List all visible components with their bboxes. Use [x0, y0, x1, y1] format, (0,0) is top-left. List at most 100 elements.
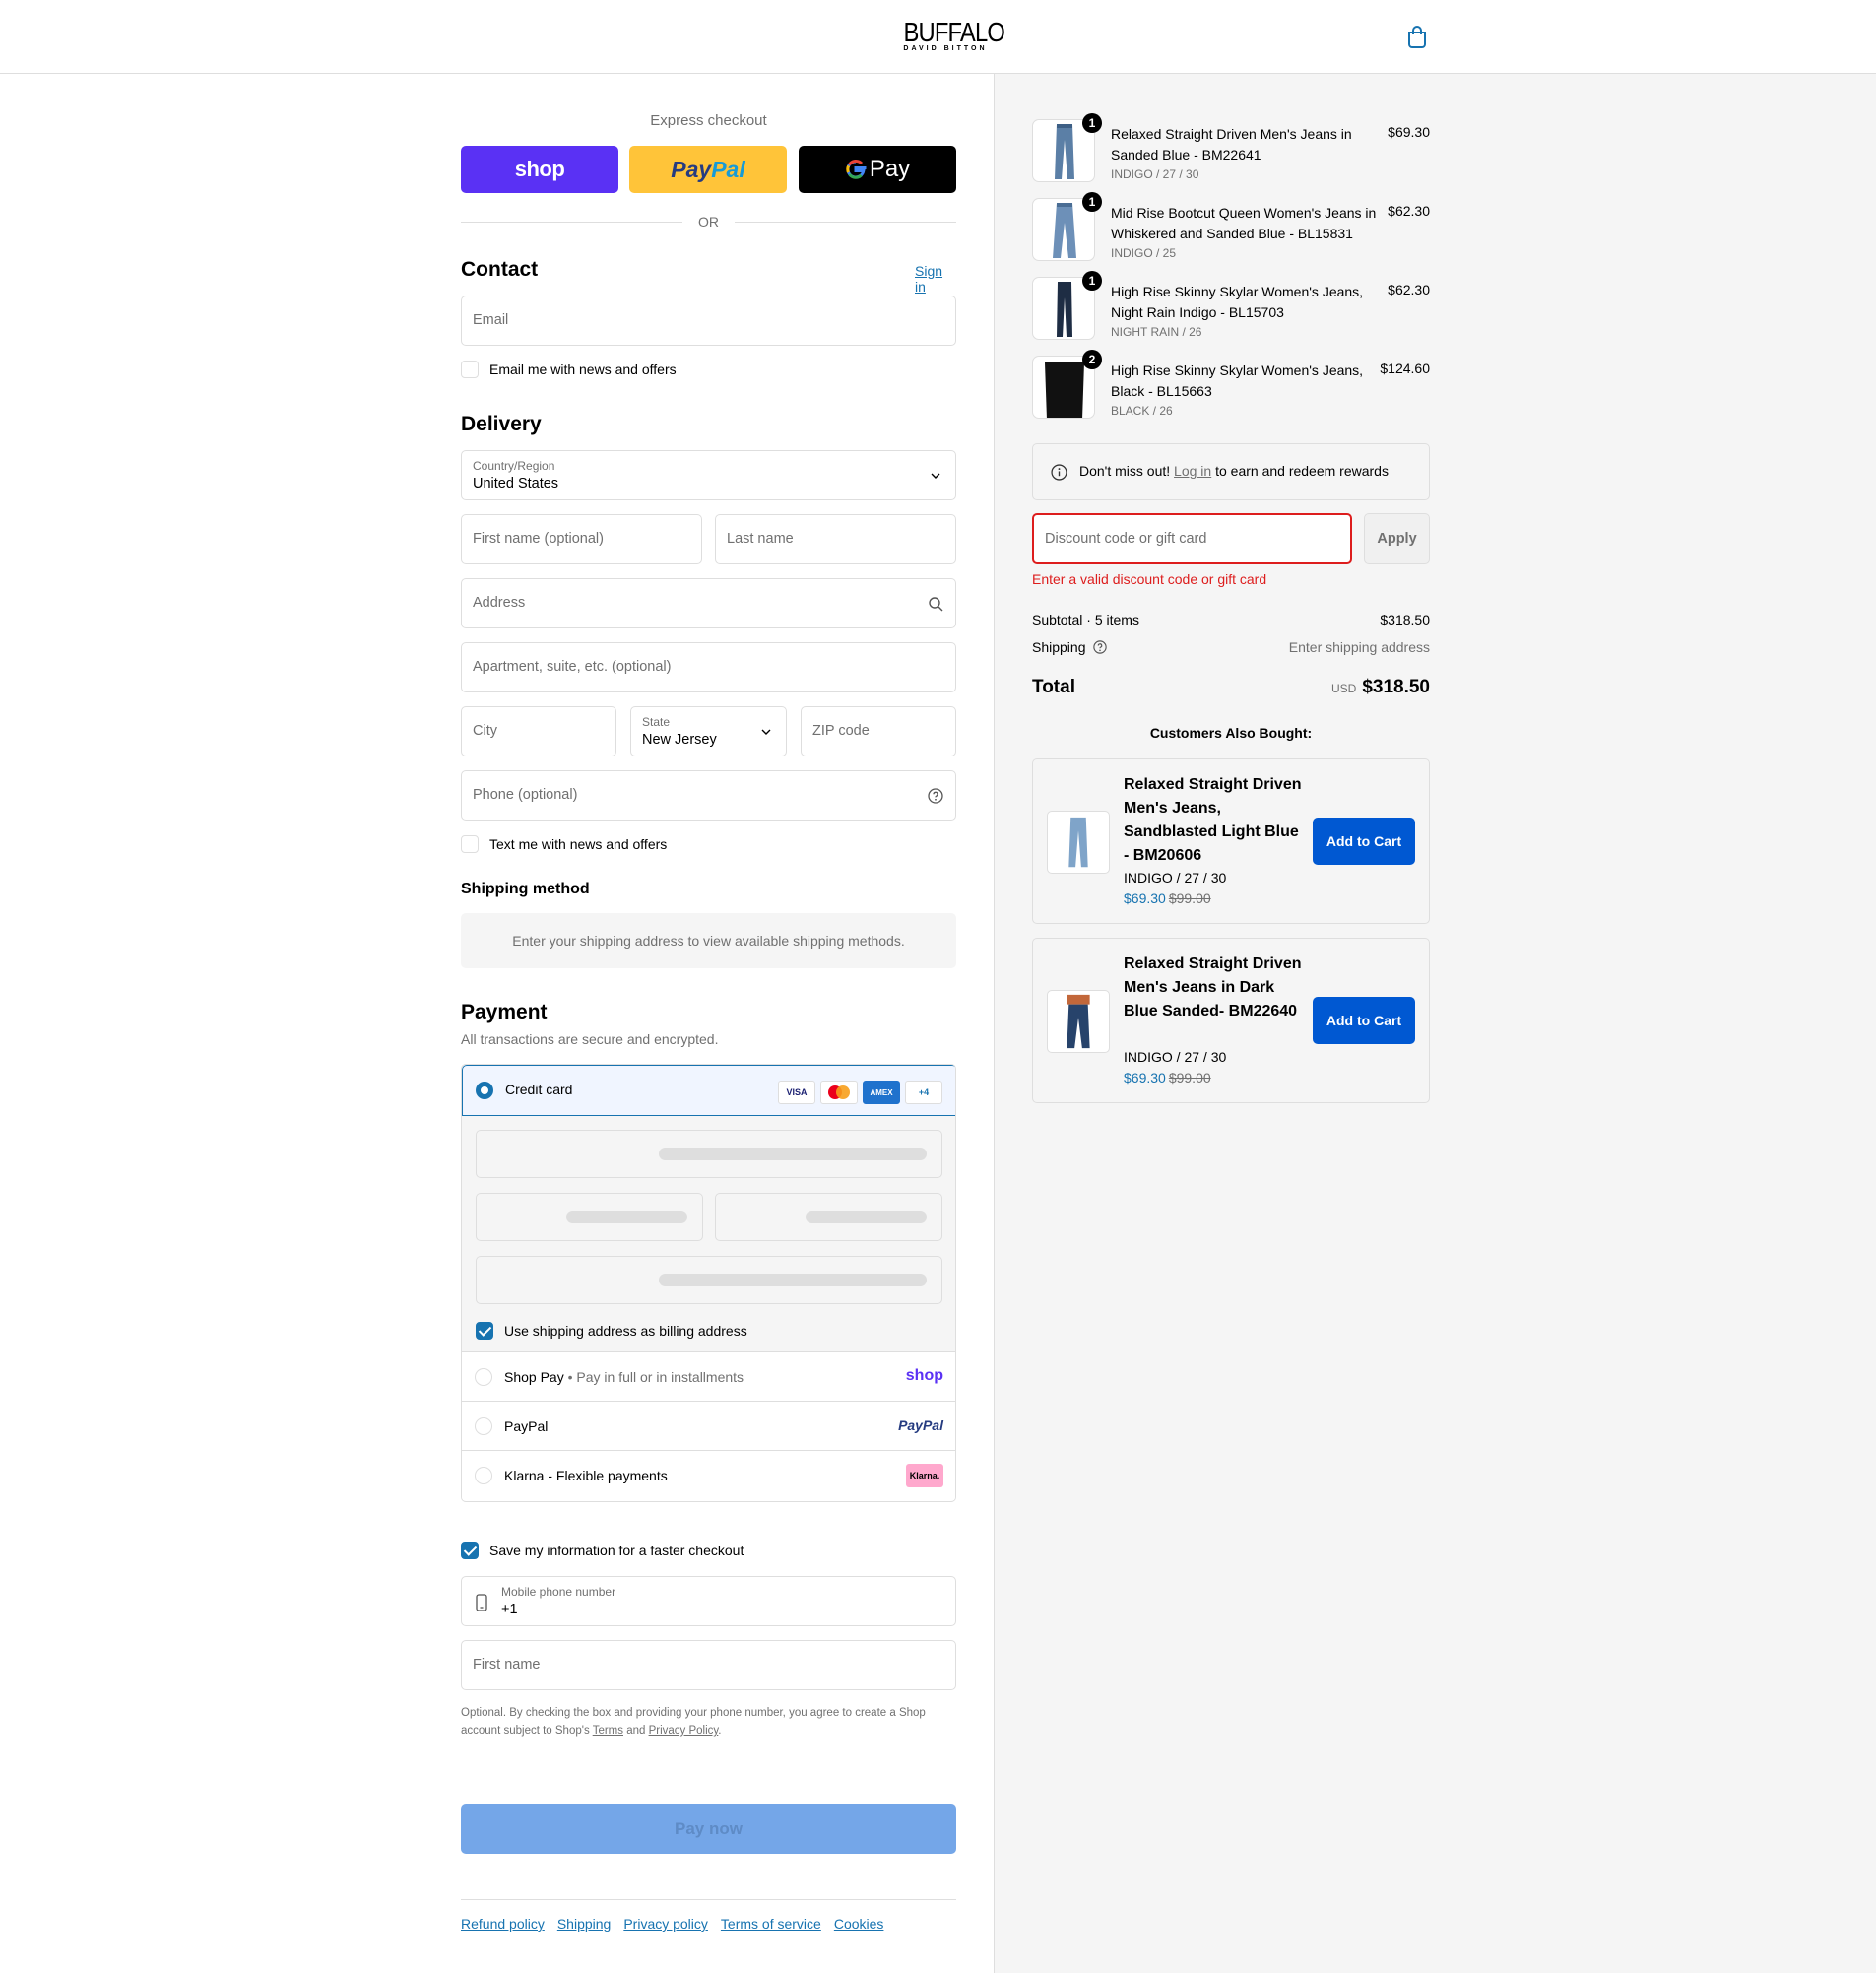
quantity-badge: 2: [1082, 350, 1102, 369]
email-field[interactable]: Email: [461, 296, 956, 346]
paypal-radio[interactable]: [475, 1417, 492, 1435]
rewards-text: Don't miss out! Log in to earn and redee…: [1079, 463, 1389, 479]
newsletter-checkbox[interactable]: [461, 361, 479, 378]
address-placeholder: Address: [473, 595, 526, 611]
paypal-label-a: Pay: [671, 156, 712, 182]
newsletter-label: Email me with news and offers: [489, 362, 677, 377]
country-select[interactable]: Country/Region United States: [461, 450, 956, 500]
country-label: Country/Region: [473, 459, 555, 473]
shopping-bag-icon[interactable]: [1406, 25, 1428, 48]
shop-pay-sub: Pay in full or in installments: [576, 1369, 744, 1385]
cart-item: 2 High Rise Skinny Skylar Women's Jeans,…: [1032, 350, 1430, 419]
recommendation-card: Relaxed Straight Driven Men's Jeans in D…: [1032, 938, 1430, 1103]
credit-card-option[interactable]: Credit card VISA AMEX +4: [462, 1065, 955, 1116]
item-price: $62.30: [1388, 282, 1430, 297]
shop-pay-option[interactable]: Shop Pay • Pay in full or in installment…: [462, 1352, 955, 1402]
shipping-link[interactable]: Shipping: [557, 1916, 612, 1932]
google-pay-express-button[interactable]: Pay: [799, 146, 956, 193]
recommendation-name: Relaxed Straight Driven Men's Jeans, San…: [1124, 776, 1302, 864]
cookies-link[interactable]: Cookies: [834, 1916, 884, 1932]
email-placeholder: Email: [473, 312, 509, 328]
privacy-policy-footer-link[interactable]: Privacy policy: [623, 1916, 708, 1932]
shop-pay-express-button[interactable]: shop: [461, 146, 618, 193]
state-select[interactable]: State New Jersey: [630, 706, 787, 756]
recommendation-price: $69.30 $99.00: [1124, 890, 1211, 906]
terms-link[interactable]: Terms: [593, 1725, 623, 1737]
footer-links: Refund policy Shipping Privacy policy Terms…: [461, 1916, 896, 1932]
address-field[interactable]: Address: [461, 578, 956, 628]
help-circle-icon[interactable]: [1093, 640, 1108, 654]
more-cards-badge: +4: [905, 1081, 942, 1104]
sms-label: Text me with news and offers: [489, 836, 668, 852]
mobile-phone-value: +1: [501, 1602, 518, 1617]
recommendation-name: Relaxed Straight Driven Men's Jeans in D…: [1124, 955, 1302, 1019]
privacy-policy-link[interactable]: Privacy Policy: [649, 1725, 719, 1737]
total-amount: USD $318.50: [1331, 677, 1430, 698]
mastercard-circles-icon: [828, 1085, 850, 1099]
shipping-row: Shipping Enter shipping address: [1032, 639, 1430, 655]
save-info-checkbox[interactable]: [461, 1542, 479, 1559]
item-price: $62.30: [1388, 203, 1430, 219]
recommendation-price: $69.30 $99.00: [1124, 1070, 1211, 1085]
brand-logo[interactable]: BUFFALO DAVID BITTON: [896, 19, 1004, 53]
log-in-link[interactable]: Log in: [1174, 463, 1211, 479]
shipping-label: Shipping: [1032, 639, 1086, 655]
sign-in-link[interactable]: Sign in: [915, 263, 956, 295]
shop-first-name-field[interactable]: First name: [461, 1640, 956, 1690]
last-name-field[interactable]: Last name: [715, 514, 956, 564]
pay-now-button[interactable]: Pay now: [461, 1804, 956, 1854]
expiration-field[interactable]: [476, 1193, 703, 1241]
discount-code-input[interactable]: Discount code or gift card: [1032, 513, 1352, 564]
jeans-image: [1067, 994, 1090, 1049]
add-to-cart-button[interactable]: Add to Cart: [1313, 997, 1415, 1044]
google-pay-label: Pay: [869, 156, 911, 182]
subtotal-row: Subtotal · 5 items $318.50: [1032, 612, 1430, 627]
total-value: $318.50: [1362, 677, 1430, 697]
chevron-down-icon: [761, 729, 771, 735]
shop-pay-radio[interactable]: [475, 1368, 492, 1386]
terms-of-service-link[interactable]: Terms of service: [721, 1916, 821, 1932]
item-price: $124.60: [1380, 361, 1430, 376]
billing-same-checkbox[interactable]: [476, 1322, 493, 1340]
name-on-card-field[interactable]: [476, 1256, 942, 1304]
shipping-method-message: Enter your shipping address to view avai…: [461, 913, 956, 968]
shipping-method-heading: Shipping method: [461, 881, 590, 897]
credit-card-radio[interactable]: [476, 1082, 493, 1099]
item-variant: INDIGO / 25: [1111, 246, 1177, 260]
phone-field[interactable]: Phone (optional): [461, 770, 956, 821]
credit-card-fields: Use shipping address as billing address: [462, 1116, 955, 1352]
add-to-cart-button[interactable]: Add to Cart: [1313, 818, 1415, 865]
shop-pay-logo: shop: [905, 1367, 943, 1384]
quantity-badge: 1: [1082, 271, 1102, 291]
sms-checkbox[interactable]: [461, 835, 479, 853]
state-label: State: [642, 715, 671, 729]
recommendation-variant: INDIGO / 27 / 30: [1124, 870, 1227, 886]
legal-and: and: [623, 1725, 649, 1737]
apply-discount-button[interactable]: Apply: [1364, 513, 1430, 564]
paypal-option[interactable]: PayPal PayPal: [462, 1402, 955, 1451]
item-variant: INDIGO / 27 / 30: [1111, 167, 1199, 181]
klarna-radio[interactable]: [475, 1467, 492, 1484]
shop-first-name-placeholder: First name: [473, 1657, 541, 1673]
klarna-option[interactable]: Klarna - Flexible payments Klarna.: [462, 1451, 955, 1500]
apartment-field[interactable]: Apartment, suite, etc. (optional): [461, 642, 956, 692]
item-name: Relaxed Straight Driven Men's Jeans in S…: [1111, 126, 1352, 163]
total-currency: USD: [1330, 682, 1357, 695]
zip-field[interactable]: ZIP code: [801, 706, 956, 756]
mastercard-icon: [820, 1081, 858, 1104]
recommendation-variant: INDIGO / 27 / 30: [1124, 1049, 1227, 1065]
rewards-banner: Don't miss out! Log in to earn and redee…: [1032, 443, 1430, 500]
help-circle-icon[interactable]: [928, 788, 943, 804]
security-code-field[interactable]: [715, 1193, 942, 1241]
refund-policy-link[interactable]: Refund policy: [461, 1916, 545, 1932]
country-value: United States: [473, 476, 559, 492]
total-label: Total: [1032, 677, 1075, 697]
city-field[interactable]: City: [461, 706, 616, 756]
mobile-phone-field[interactable]: Mobile phone number +1: [461, 1576, 956, 1626]
card-number-field[interactable]: [476, 1130, 942, 1178]
subtotal-value: $318.50: [1380, 612, 1430, 627]
header: BUFFALO DAVID BITTON: [0, 0, 1876, 74]
first-name-field[interactable]: First name (optional): [461, 514, 702, 564]
rewards-pre: Don't miss out!: [1079, 463, 1175, 479]
paypal-express-button[interactable]: Pay Pal: [629, 146, 787, 193]
